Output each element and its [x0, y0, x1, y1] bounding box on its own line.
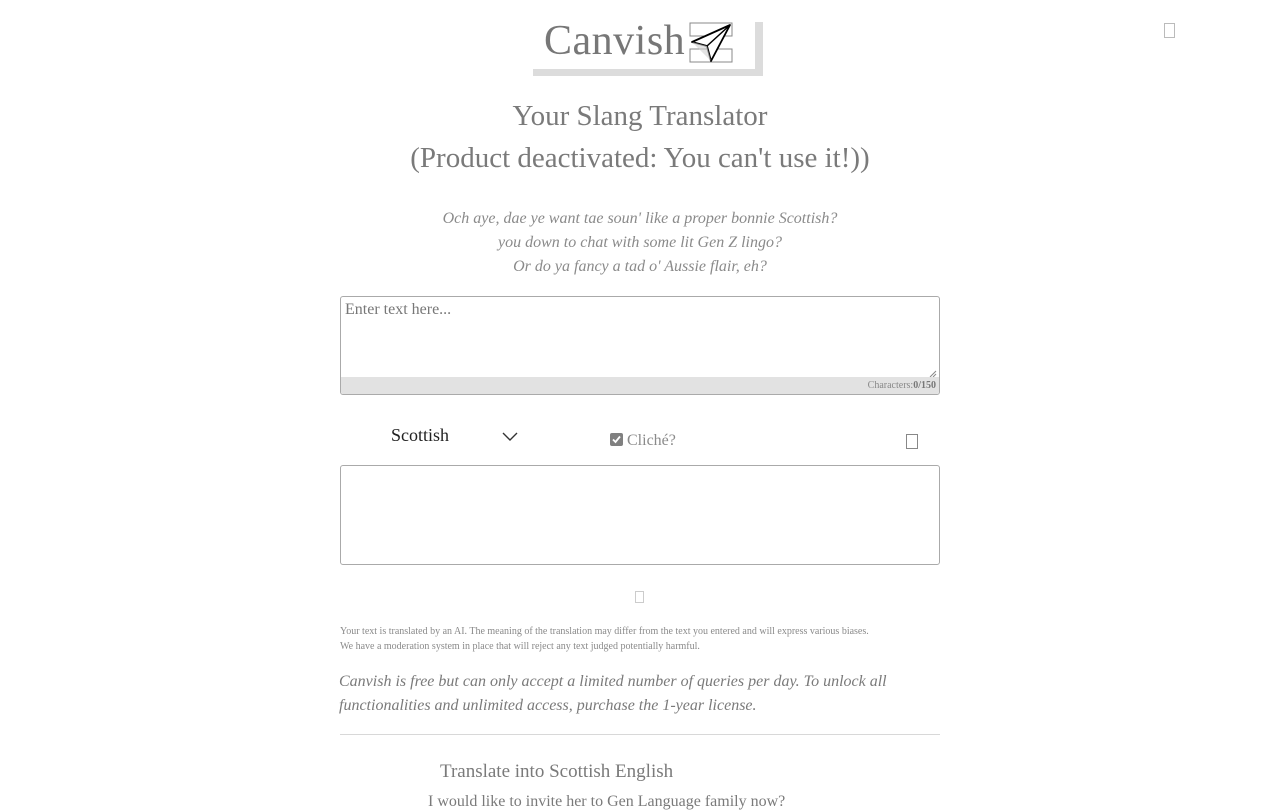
ai-disclaimer: Your text is translated by an AI. The me… — [340, 626, 869, 637]
logo: Canvish — [533, 18, 763, 76]
cliche-label: Cliché? — [627, 432, 676, 449]
intro-line-aussie: Or do ya fancy a tad o' Aussie flair, eh… — [513, 258, 767, 275]
license-note: Canvish is free but can only accept a li… — [339, 673, 887, 714]
resize-grip-icon[interactable] — [929, 365, 937, 378]
chevron-down-icon — [502, 429, 518, 441]
source-text-input[interactable] — [341, 297, 939, 377]
logo-text: Canvish — [544, 18, 686, 64]
source-text-container: Characters:0/150 — [340, 296, 940, 395]
logo-box: Canvish — [533, 18, 755, 69]
share-icon[interactable] — [635, 591, 644, 603]
cliche-checkbox[interactable] — [610, 433, 623, 446]
paper-plane-icon — [689, 22, 733, 64]
language-select-value: Scottish — [391, 425, 450, 445]
page-title: Your Slang Translator — [512, 100, 768, 132]
copy-icon[interactable] — [906, 434, 918, 449]
character-counter-value: 0/150 — [913, 380, 936, 391]
page-subtitle: (Product deactivated: You can't use it!)… — [410, 142, 870, 174]
moderation-disclaimer: We have a moderation system in place tha… — [340, 641, 700, 652]
divider — [340, 734, 940, 735]
intro-line-scottish: Och aye, dae ye want tae soun' like a pr… — [442, 210, 838, 227]
language-select[interactable]: Scottish — [391, 424, 521, 448]
menu-icon[interactable] — [1164, 23, 1175, 38]
translation-output — [340, 465, 940, 565]
character-counter: Characters:0/150 — [341, 377, 939, 394]
section-heading: Translate into Scottish English — [440, 761, 674, 782]
section-example: I would like to invite her to Gen Langua… — [428, 793, 786, 810]
intro-line-genz: you down to chat with some lit Gen Z lin… — [498, 234, 782, 251]
character-counter-label: Characters: — [867, 380, 914, 391]
